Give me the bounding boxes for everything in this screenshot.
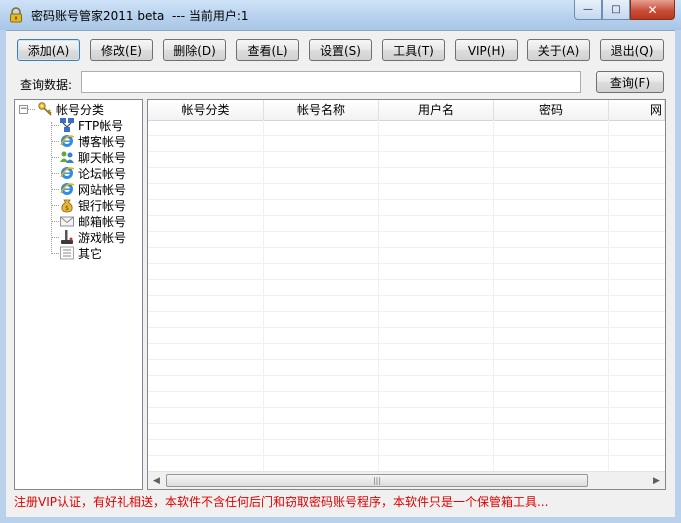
- exit-button[interactable]: 退出(Q): [600, 39, 664, 61]
- list-header: 帐号分类 帐号名称 用户名 密码 网: [148, 100, 665, 121]
- category-tree[interactable]: − 帐号分类 FTP帐号 博客帐号 聊天帐号 论坛帐号 网站帐号 $ 银行帐号 …: [14, 99, 143, 490]
- tree-item-other[interactable]: 其它: [59, 245, 102, 261]
- tree-item-label: 聊天帐号: [78, 150, 127, 165]
- maximize-icon: □: [611, 4, 621, 15]
- tree-item-mail[interactable]: 邮箱帐号: [59, 213, 126, 229]
- search-label: 查询数据:: [20, 78, 73, 92]
- list-body[interactable]: [148, 120, 665, 471]
- tree-connector: [51, 173, 59, 174]
- close-button[interactable]: ✕: [630, 0, 675, 20]
- tree-item-bank[interactable]: $ 银行帐号: [59, 197, 126, 213]
- delete-button[interactable]: 删除(D): [163, 39, 226, 61]
- settings-button[interactable]: 设置(S): [309, 39, 372, 61]
- close-icon: ✕: [647, 2, 658, 17]
- tree-connector: [51, 189, 59, 190]
- title-bar[interactable]: 密码账号管家2011 beta --- 当前用户:1 — □ ✕: [0, 0, 681, 31]
- tree-item-label: 论坛帐号: [78, 166, 127, 181]
- tree-connector: [51, 253, 59, 254]
- window-border-right: [675, 30, 681, 523]
- maximize-button[interactable]: □: [602, 0, 630, 20]
- tree-connector: [51, 157, 59, 158]
- tree-item-label: 博客帐号: [78, 134, 127, 149]
- client-area: 添加(A) 修改(E) 删除(D) 查看(L) 设置(S) 工具(T) VIP(…: [6, 31, 675, 517]
- tree-item-label: 银行帐号: [78, 198, 127, 213]
- joystick-icon: [61, 230, 73, 244]
- column-header-website[interactable]: 网: [609, 100, 665, 120]
- key-folder-icon: [38, 102, 52, 116]
- minimize-icon: —: [583, 4, 593, 15]
- svg-text:$: $: [65, 205, 69, 212]
- tree-item-label: FTP帐号: [78, 118, 124, 133]
- ftp-icon: [60, 118, 74, 132]
- column-header-username[interactable]: 用户名: [379, 100, 494, 120]
- tree-connector: [51, 205, 59, 206]
- tools-button[interactable]: 工具(T): [382, 39, 445, 61]
- window-border-bottom: [0, 517, 681, 523]
- horizontal-scrollbar[interactable]: ◀ ||| ▶: [148, 471, 665, 489]
- scroll-left-icon[interactable]: ◀: [148, 472, 165, 489]
- tree-item-chat[interactable]: 聊天帐号: [59, 149, 126, 165]
- column-divider: [493, 120, 494, 471]
- tree-connector: [51, 141, 59, 142]
- tree-connector: [28, 109, 35, 110]
- about-button[interactable]: 关于(A): [527, 39, 590, 61]
- vip-button[interactable]: VIP(H): [455, 39, 518, 61]
- tree-connector: [51, 237, 59, 238]
- tree-connector: [51, 221, 59, 222]
- money-bag-icon: $: [61, 199, 73, 213]
- ie-forum-icon: [60, 167, 75, 179]
- lock-icon: [10, 7, 22, 23]
- tree-connector: [51, 125, 59, 126]
- tree-item-blog[interactable]: 博客帐号: [59, 133, 126, 149]
- view-button[interactable]: 查看(L): [236, 39, 299, 61]
- minimize-button[interactable]: —: [574, 0, 602, 20]
- tree-item-label: 邮箱帐号: [78, 214, 127, 229]
- window-title: 密码账号管家2011 beta --- 当前用户:1: [31, 9, 249, 23]
- tree-item-website[interactable]: 网站帐号: [59, 181, 126, 197]
- list-icon: [60, 246, 74, 260]
- tree-item-forum[interactable]: 论坛帐号: [59, 165, 126, 181]
- tree-item-label: 网站帐号: [78, 182, 127, 197]
- mail-icon: [60, 216, 74, 227]
- tree-item-label: 其它: [78, 246, 103, 261]
- column-header-category[interactable]: 帐号分类: [148, 100, 264, 120]
- scrollbar-thumb[interactable]: |||: [166, 474, 588, 487]
- tree-root-account-categories[interactable]: 帐号分类: [37, 101, 104, 117]
- search-input[interactable]: [81, 71, 581, 93]
- tree-item-label: 游戏帐号: [78, 230, 127, 245]
- status-message: 注册VIP认证，有好礼相送，本软件不含任何后门和窃取密码账号程序，本软件只是一个…: [14, 495, 549, 509]
- add-button[interactable]: 添加(A): [17, 39, 80, 61]
- tree-item-game[interactable]: 游戏帐号: [59, 229, 126, 245]
- search-button[interactable]: 查询(F): [596, 71, 664, 93]
- tree-item-ftp[interactable]: FTP帐号: [59, 117, 123, 133]
- chat-users-icon: [60, 151, 74, 163]
- collapse-expander-icon[interactable]: −: [19, 105, 28, 114]
- column-header-account-name[interactable]: 帐号名称: [264, 100, 379, 120]
- tree-root-label: 帐号分类: [56, 102, 105, 117]
- ie-blog-icon: [60, 135, 75, 147]
- scroll-right-icon[interactable]: ▶: [648, 472, 665, 489]
- caption-buttons: — □ ✕: [574, 0, 675, 20]
- edit-button[interactable]: 修改(E): [90, 39, 153, 61]
- column-header-password[interactable]: 密码: [494, 100, 609, 120]
- accounts-list[interactable]: 帐号分类 帐号名称 用户名 密码 网 ◀ ||| ▶: [147, 99, 666, 490]
- column-divider: [608, 120, 609, 471]
- ie-website-icon: [60, 183, 75, 195]
- column-divider: [263, 120, 264, 471]
- column-divider: [378, 120, 379, 471]
